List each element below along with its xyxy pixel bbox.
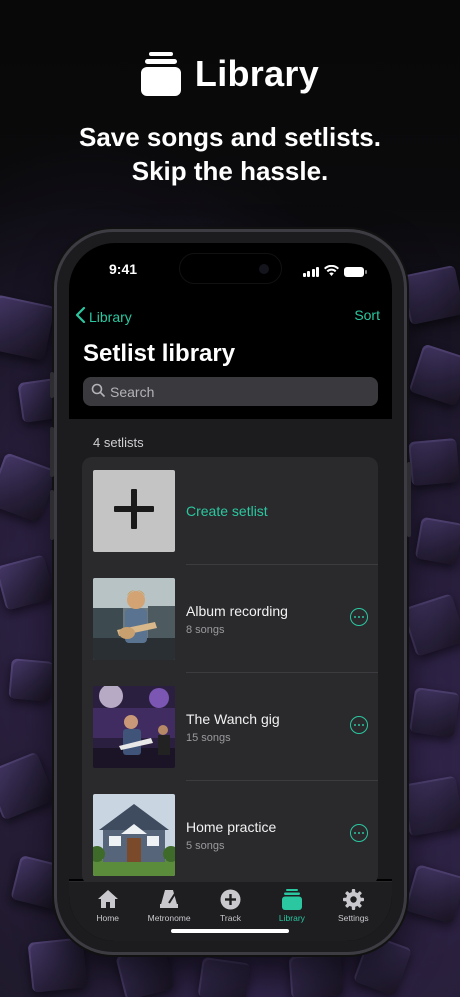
phone-volume-up [50, 427, 54, 477]
tab-label: Track [220, 913, 241, 923]
phone-volume-down [50, 490, 54, 540]
battery-icon [344, 267, 367, 277]
status-bar: 9:41 [69, 261, 392, 281]
metronome-icon [158, 888, 180, 910]
back-label: Library [89, 308, 132, 325]
setlist-title: Home practice [186, 819, 277, 835]
hero-subtitle-line-2: Skip the hassle. [131, 156, 329, 186]
search-placeholder: Search [110, 383, 155, 400]
tab-label: Settings [337, 913, 369, 923]
status-time: 9:41 [109, 261, 138, 277]
setlist-list: Create setlist Album recording 8 songs T… [82, 457, 378, 885]
setlist-thumbnail [93, 794, 175, 876]
hero-title: Library [0, 52, 460, 96]
setlist-row[interactable]: The Wanch gig 15 songs [82, 673, 378, 781]
tab-settings[interactable]: Settings [323, 882, 384, 941]
hero-subtitle-line-1: Save songs and setlists. [78, 122, 381, 152]
create-setlist-row[interactable]: Create setlist [82, 457, 378, 565]
more-options-icon[interactable] [350, 824, 368, 842]
home-indicator[interactable] [171, 929, 289, 933]
wifi-icon [324, 263, 339, 281]
phone-power-button [407, 462, 411, 537]
search-input[interactable]: Search [83, 377, 378, 406]
setlist-thumbnail [93, 686, 175, 768]
setlist-title: The Wanch gig [186, 711, 280, 727]
nav-bar: Library Sort [69, 306, 392, 329]
more-options-icon[interactable] [350, 716, 368, 734]
setlist-count: 4 setlists [93, 435, 144, 450]
setlist-song-count: 5 songs [186, 840, 225, 852]
hero-heading: Library [194, 53, 320, 94]
setlist-song-count: 8 songs [186, 624, 225, 636]
setlist-title: Album recording [186, 603, 288, 619]
setlist-row[interactable]: Album recording 8 songs [82, 565, 378, 673]
hero-subtitle: Save songs and setlists. Skip the hassle… [0, 120, 460, 188]
plus-icon [112, 487, 156, 536]
search-icon [91, 383, 105, 400]
setlist-row[interactable]: Home practice 5 songs [82, 781, 378, 885]
chevron-left-icon [75, 306, 87, 326]
more-options-icon[interactable] [350, 608, 368, 626]
create-setlist-thumb [93, 470, 175, 552]
phone-screen: 9:41 Library Sort Setlist library Search… [69, 243, 392, 941]
gear-icon [342, 888, 364, 910]
phone-frame: 9:41 Library Sort Setlist library Search… [50, 232, 411, 952]
library-icon [140, 52, 181, 96]
tab-label: Library [278, 913, 305, 923]
page-title: Setlist library [83, 340, 236, 367]
phone-mute-button [50, 372, 54, 398]
cellular-signal-icon [302, 267, 319, 277]
tab-label: Metronome [147, 913, 191, 923]
plus-circle-icon [220, 888, 241, 910]
back-button[interactable]: Library [75, 306, 132, 326]
home-icon [97, 888, 119, 910]
tab-home[interactable]: Home [77, 882, 138, 941]
tab-label: Home [96, 913, 120, 923]
setlist-thumbnail [93, 578, 175, 660]
create-setlist-label: Create setlist [186, 503, 268, 519]
setlist-song-count: 15 songs [186, 732, 231, 744]
library-icon [281, 888, 302, 910]
sort-button[interactable]: Sort [354, 307, 380, 323]
